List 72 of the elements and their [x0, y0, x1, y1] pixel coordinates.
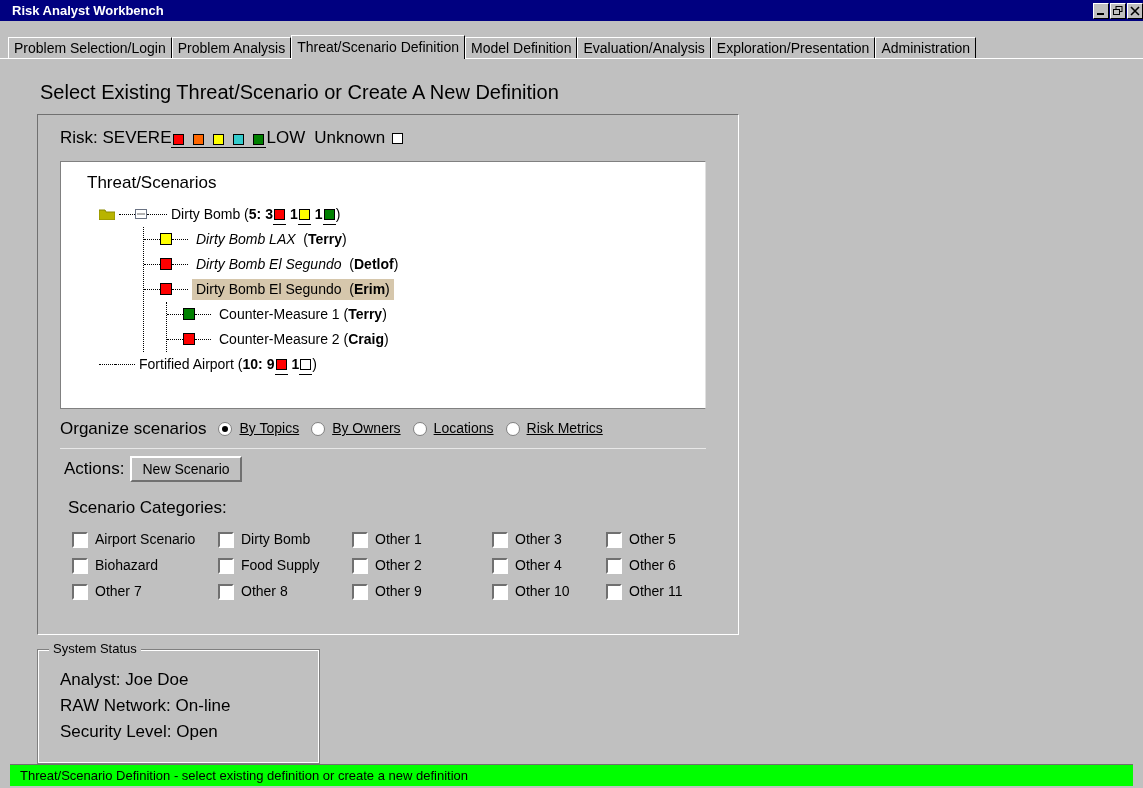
organize-option[interactable]: Locations — [433, 418, 494, 439]
checkbox[interactable] — [218, 557, 234, 574]
category-label: Other 10 — [515, 582, 570, 601]
radio-button[interactable] — [505, 421, 520, 436]
categories-label: Scenario Categories: — [68, 497, 228, 519]
tab[interactable]: Exploration/Presentation — [710, 37, 876, 58]
checkbox[interactable] — [352, 531, 368, 548]
checkbox[interactable] — [218, 583, 234, 600]
category-label: Airport Scenario — [95, 530, 196, 549]
checkbox[interactable] — [352, 557, 368, 574]
status-message: Threat/Scenario Definition - select existing definition or create a new definition — [20, 766, 469, 785]
close-icon[interactable] — [1127, 2, 1143, 19]
category-label: Other 2 — [375, 556, 422, 575]
category-label: Other 1 — [375, 530, 422, 549]
organize-option[interactable]: By Topics — [239, 418, 300, 439]
system-status-title: System Status — [49, 642, 141, 655]
page-heading: Select Existing Threat/Scenario or Create A New Definition — [40, 80, 560, 105]
checkbox[interactable] — [492, 557, 508, 574]
category-label: Other 3 — [515, 530, 562, 549]
organize-label: Organize scenarios — [60, 417, 207, 440]
category-label: Biohazard — [95, 556, 159, 575]
tree-item[interactable]: Dirty Bomb (5: 3 1 1 ) — [171, 203, 341, 225]
risk-label: LOW — [266, 127, 306, 150]
risk-label: Risk: SEVERE — [60, 127, 172, 150]
status-line: RAW Network: On-line — [60, 695, 232, 717]
tab[interactable]: Problem Selection/Login — [8, 37, 172, 58]
tree-item[interactable]: Counter-Measure 2 (Craig) — [215, 328, 393, 350]
checkbox[interactable] — [72, 583, 88, 600]
tab[interactable]: Administration — [875, 37, 977, 58]
folder-icon — [99, 208, 115, 220]
organize-option[interactable]: By Owners — [332, 418, 401, 439]
restore-icon[interactable] — [1110, 2, 1126, 19]
tree-item[interactable]: Fortified Airport (10: 9 1 ) — [139, 353, 317, 375]
tree-item[interactable]: Dirty Bomb El Segundo (Erim) — [192, 278, 394, 300]
category-label: Other 4 — [515, 556, 562, 575]
checkbox[interactable] — [352, 583, 368, 600]
organize-option[interactable]: Risk Metrics — [526, 418, 603, 439]
minus-icon — [137, 210, 145, 218]
checkbox[interactable] — [606, 531, 622, 548]
checkbox[interactable] — [492, 583, 508, 600]
tree-item[interactable]: Dirty Bomb LAX (Terry) — [192, 228, 351, 250]
new-scenario-button[interactable]: New Scenario — [130, 456, 242, 482]
category-label: Food Supply — [241, 556, 320, 575]
checkbox[interactable] — [606, 557, 622, 574]
tree-title: Threat/Scenarios — [87, 172, 218, 194]
checkbox[interactable] — [492, 531, 508, 548]
status-line: Security Level: Open — [60, 721, 219, 743]
category-label: Other 8 — [241, 582, 288, 601]
radio-button[interactable] — [412, 421, 427, 436]
collapse-toggle[interactable] — [135, 209, 147, 219]
status-line: Analyst: Joe Doe — [60, 669, 190, 691]
category-label: Other 6 — [629, 556, 676, 575]
tree-item[interactable]: Dirty Bomb El Segundo (Detlof) — [192, 253, 403, 275]
checkbox[interactable] — [606, 583, 622, 600]
actions-label: Actions: — [64, 458, 125, 481]
minimize-icon[interactable] — [1093, 2, 1109, 19]
tab[interactable]: Model Definition — [465, 37, 578, 58]
checkbox[interactable] — [72, 531, 88, 548]
radio-button[interactable] — [218, 421, 233, 436]
radio-button[interactable] — [311, 421, 326, 436]
tab[interactable]: Threat/Scenario Definition — [291, 35, 466, 59]
risk-label: Unknown — [314, 127, 386, 150]
window-title: Risk Analyst Workbench — [12, 1, 164, 20]
category-label: Dirty Bomb — [241, 530, 311, 549]
checkbox[interactable] — [218, 531, 234, 548]
category-label: Other 11 — [629, 582, 683, 601]
category-label: Other 5 — [629, 530, 676, 549]
tab[interactable]: Evaluation/Analysis — [577, 37, 711, 58]
checkbox[interactable] — [72, 557, 88, 574]
category-label: Other 9 — [375, 582, 422, 601]
category-label: Other 7 — [95, 582, 142, 601]
tree-item[interactable]: Counter-Measure 1 (Terry) — [215, 303, 391, 325]
